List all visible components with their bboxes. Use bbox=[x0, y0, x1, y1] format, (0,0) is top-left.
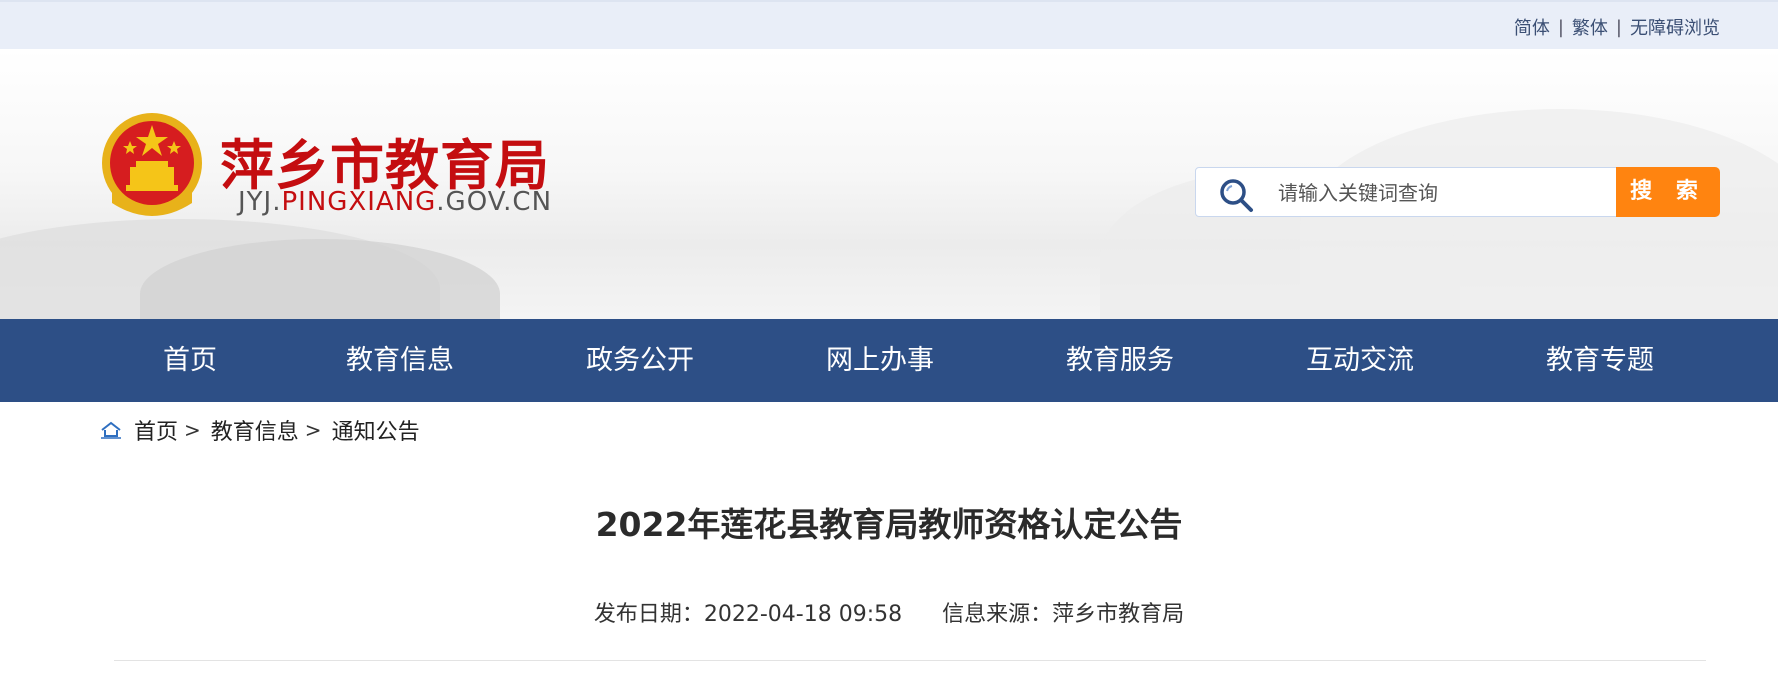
search-icon bbox=[1220, 179, 1253, 212]
home-icon bbox=[101, 421, 121, 439]
breadcrumb-education-info[interactable]: 教育信息 bbox=[211, 414, 299, 446]
breadcrumb-separator: > bbox=[304, 418, 322, 442]
breadcrumb-home[interactable]: 首页 bbox=[134, 414, 178, 446]
nav-item-education-topics[interactable]: 教育专题 bbox=[1540, 319, 1660, 402]
nav-item-interaction[interactable]: 互动交流 bbox=[1300, 319, 1420, 402]
language-links: 简体 | 繁体 | 无障碍浏览 bbox=[1514, 14, 1720, 40]
nav-item-education-services[interactable]: 教育服务 bbox=[1060, 319, 1180, 402]
domain-highlight: PINGXIANG bbox=[281, 187, 437, 217]
breadcrumb-separator: > bbox=[184, 418, 201, 442]
site-domain: JYJ.PINGXIANG.GOV.CN bbox=[238, 187, 552, 217]
nav-item-government-affairs[interactable]: 政务公开 bbox=[580, 319, 700, 402]
main-nav: 首页 教育信息 政务公开 网上办事 教育服务 互动交流 教育专题 bbox=[0, 319, 1778, 402]
link-separator: | bbox=[1615, 16, 1622, 38]
nav-item-online-services[interactable]: 网上办事 bbox=[820, 319, 940, 402]
top-utility-bar: 简体 | 繁体 | 无障碍浏览 bbox=[0, 0, 1778, 49]
search-button[interactable]: 搜 索 bbox=[1616, 167, 1720, 217]
publish-date: 发布日期：2022-04-18 09:58 bbox=[593, 602, 903, 627]
search-box bbox=[1195, 167, 1620, 217]
nav-item-education-info[interactable]: 教育信息 bbox=[340, 319, 460, 402]
article-meta: 发布日期：2022-04-18 09:58 信息来源：萍乡市教育局 bbox=[0, 596, 1778, 628]
link-separator: | bbox=[1557, 16, 1564, 38]
nav-item-home[interactable]: 首页 bbox=[150, 319, 230, 402]
traditional-chinese-link[interactable]: 繁体 bbox=[1572, 14, 1608, 40]
site-header: 萍乡市教育局 JYJ.PINGXIANG.GOV.CN 搜 索 bbox=[0, 49, 1778, 319]
divider bbox=[114, 660, 1706, 661]
domain-prefix: JYJ. bbox=[238, 187, 282, 217]
breadcrumb-notices[interactable]: 通知公告 bbox=[332, 414, 420, 446]
accessibility-link[interactable]: 无障碍浏览 bbox=[1630, 14, 1720, 40]
search-input[interactable] bbox=[1278, 177, 1608, 209]
info-source: 信息来源：萍乡市教育局 bbox=[942, 602, 1185, 627]
breadcrumb: 首页 > 教育信息 > 通知公告 bbox=[100, 414, 420, 446]
national-emblem-icon bbox=[102, 113, 202, 216]
simplified-chinese-link[interactable]: 简体 bbox=[1514, 14, 1550, 40]
article-title: 2022年莲花县教育局教师资格认定公告 bbox=[595, 505, 1183, 544]
domain-suffix: .GOV.CN bbox=[436, 187, 553, 217]
